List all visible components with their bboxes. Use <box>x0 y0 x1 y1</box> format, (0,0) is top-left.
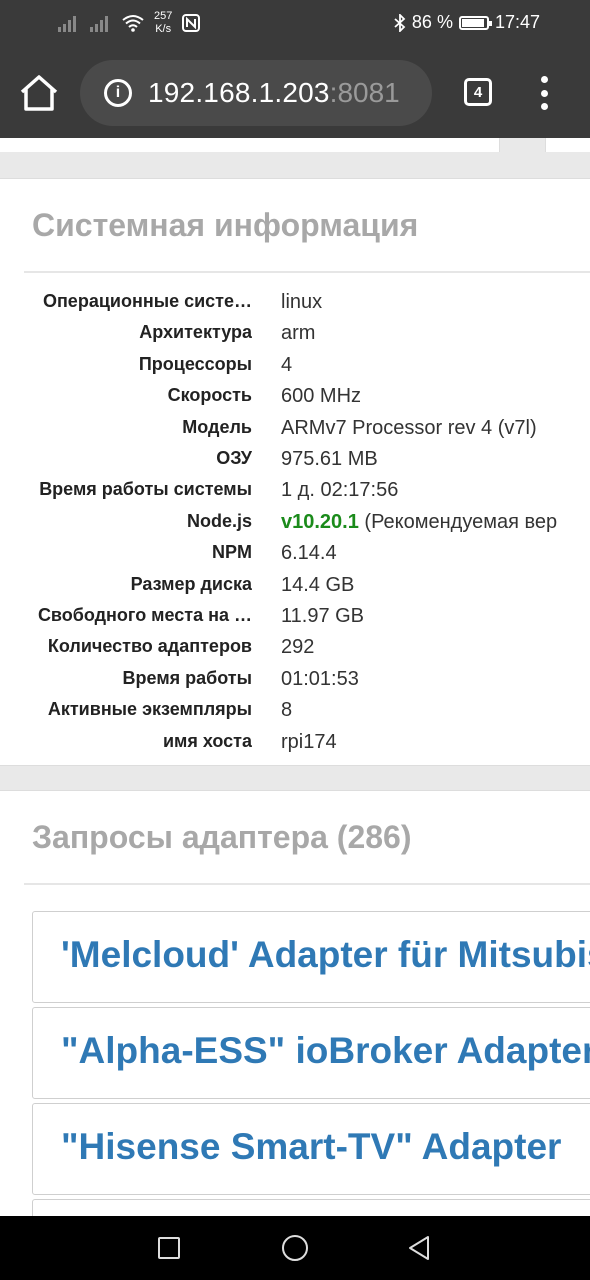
info-value: arm <box>281 322 316 345</box>
info-value: 11.97 GB <box>281 605 365 627</box>
info-row: Операционные систе… linux <box>0 287 590 318</box>
card-edge <box>0 138 500 152</box>
battery-percent: 86 % <box>411 12 453 32</box>
status-bar: 257 K/s 86 % 17:47 <box>0 0 590 46</box>
clock: 17:47 <box>494 12 540 32</box>
info-row: Свободного места на … 11.97 GB <box>0 601 590 632</box>
info-row: имя хоста rpi174 <box>0 727 590 758</box>
battery-fill <box>461 18 485 27</box>
divider <box>24 271 590 273</box>
info-value: 8 <box>281 699 293 722</box>
signal-icon <box>90 16 108 32</box>
system-nav-bar <box>0 1216 590 1280</box>
nfc-icon <box>182 14 201 32</box>
adapter-request-item[interactable]: 'Melcloud' Adapter für Mitsubishi <box>32 911 590 1003</box>
info-row: Время работы 01:01:53 <box>0 664 590 695</box>
adapter-request-title[interactable]: "Alpha-ESS" ioBroker Adapter <box>61 1030 590 1072</box>
info-label: Node.js <box>186 510 252 531</box>
url-field[interactable]: i 192.168.1.203:8081 <box>80 60 432 126</box>
info-value: 600 MHz <box>281 385 362 408</box>
info-value: 4 <box>281 353 293 376</box>
signal-icon <box>58 16 76 32</box>
info-row: Время работы системы 1 д. 02:17:56 <box>0 475 590 506</box>
info-row: Скорость 600 MHz <box>0 381 590 412</box>
previous-card-edge <box>0 138 590 156</box>
adapter-request-title[interactable]: "Hisense Smart-TV" Adapter <box>61 1126 561 1168</box>
info-label: ОЗУ <box>216 448 252 468</box>
adapter-requests-title: Запросы адаптера (286) <box>32 819 412 855</box>
menu-dot <box>540 76 548 83</box>
info-label: Время работы <box>122 667 252 688</box>
info-row: Node.js v10.20.1 (Рекомендуемая вер <box>0 507 590 538</box>
info-row: Размер диска 14.4 GB <box>0 570 590 601</box>
network-speed-value: 257 <box>154 10 173 22</box>
url-port: :8081 <box>329 77 400 108</box>
adapter-request-title[interactable]: 'Melcloud' Adapter für Mitsubishi <box>61 934 590 976</box>
url-host: 192.168.1.203 <box>148 77 330 108</box>
home-button[interactable] <box>18 74 60 112</box>
info-label: Активные экземпляры <box>47 699 252 720</box>
menu-dot <box>540 89 548 97</box>
info-value: 01:01:53 <box>281 667 359 690</box>
info-label: Количество адаптеров <box>47 636 252 657</box>
home-nav-button[interactable] <box>282 1235 308 1261</box>
info-icon[interactable]: i <box>104 79 132 107</box>
adapter-request-item[interactable]: "Alpha-ESS" ioBroker Adapter <box>32 1007 590 1099</box>
info-value: 6.14.4 <box>281 542 337 565</box>
info-label: Архитектура <box>139 322 252 343</box>
menu-dot <box>540 103 548 110</box>
info-value: rpi174 <box>281 730 337 753</box>
browser-toolbar: i 192.168.1.203:8081 4 <box>0 46 590 138</box>
tabs-button[interactable]: 4 <box>464 78 492 106</box>
adapter-request-item[interactable]: "Hisense Smart-TV" Adapter <box>32 1103 590 1195</box>
info-label: Размер диска <box>130 573 252 594</box>
info-value: 1 д. 02:17:56 <box>281 479 399 502</box>
divider <box>24 883 590 885</box>
battery-icon <box>458 15 492 30</box>
back-button[interactable] <box>406 1234 432 1262</box>
info-label: Операционные систе… <box>42 291 252 311</box>
info-label: имя хоста <box>162 730 252 751</box>
recents-button[interactable] <box>158 1237 180 1259</box>
overflow-menu-button[interactable] <box>536 76 552 110</box>
info-label: Процессоры <box>138 353 252 374</box>
info-value: 14.4 GB <box>281 573 355 596</box>
info-value: linux <box>281 291 323 313</box>
info-row: Архитектура arm <box>0 318 590 349</box>
adapter-requests-card: Запросы адаптера (286) 'Melcloud' Adapte… <box>0 790 590 1216</box>
info-value: 292 <box>281 636 315 659</box>
page-content: Системная информация Операционные систе…… <box>0 138 590 1216</box>
network-speed-unit: K/s <box>155 23 172 35</box>
info-value: 975.61 MB <box>281 448 378 470</box>
system-info-title: Системная информация <box>32 207 419 243</box>
info-row: NPM 6.14.4 <box>0 538 590 569</box>
info-label: Время работы системы <box>39 479 252 500</box>
info-label: NPM <box>212 542 252 563</box>
info-label: Свободного места на … <box>37 605 252 625</box>
info-row: Процессоры 4 <box>0 350 590 381</box>
home-icon <box>20 75 58 111</box>
nodejs-version: v10.20.1 <box>281 510 359 533</box>
info-row: Активные экземпляры 8 <box>0 695 590 726</box>
info-value: v10.20.1 (Рекомендуемая вер <box>281 511 557 534</box>
system-info-card: Системная информация Операционные систе…… <box>0 178 590 766</box>
bluetooth-icon <box>394 13 406 32</box>
info-row: Модель ARMv7 Processor rev 4 (v7l) <box>0 413 590 444</box>
nodejs-recommendation: (Рекомендуемая вер <box>358 510 558 533</box>
info-row: ОЗУ 975.61 MB <box>0 444 590 475</box>
adapter-request-item[interactable] <box>32 1199 590 1216</box>
info-row: Количество адаптеров 292 <box>0 632 590 663</box>
info-value: ARMv7 Processor rev 4 (v7l) <box>281 416 537 439</box>
info-label: Скорость <box>167 385 252 406</box>
card-edge <box>545 138 590 152</box>
info-label: Модель <box>182 416 252 437</box>
network-speed: 257 K/s <box>154 10 172 36</box>
wifi-icon <box>122 15 144 32</box>
